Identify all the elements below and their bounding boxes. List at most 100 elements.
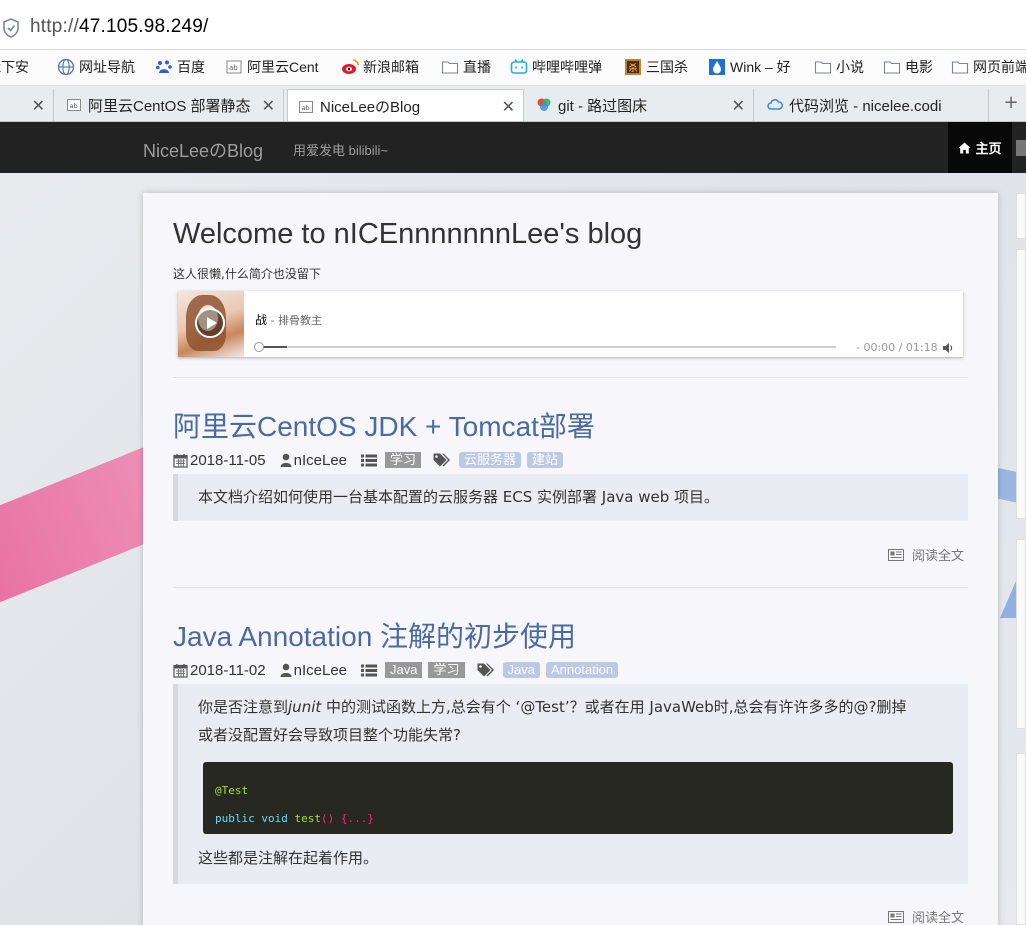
url-text[interactable]: http://47.105.98.249/ [30, 16, 209, 38]
bookmark-item[interactable]: Wink – 好 [708, 56, 791, 78]
post-author: nIceLee [280, 662, 347, 679]
sidebar-widget [1016, 753, 1026, 925]
progress-bar[interactable] [254, 342, 836, 352]
tags-icon [433, 453, 451, 467]
post-title[interactable]: Java Annotation 注解的初步使用 [173, 615, 576, 655]
svg-text:ab: ab [229, 64, 238, 72]
bookmark-item[interactable]: 小说 [814, 56, 864, 78]
sidebar-widget [1016, 539, 1026, 729]
music-player: 战 - 排骨教主 - 00:00 / 01:18 [178, 291, 963, 357]
tag-badge[interactable]: 云服务器 [459, 452, 522, 468]
code-block: @Test public void test() {...} [203, 762, 953, 834]
tag-badge[interactable]: 建站 [527, 452, 564, 468]
close-icon[interactable]: ✕ [727, 96, 745, 116]
folder-icon [883, 61, 901, 74]
close-icon[interactable]: ✕ [497, 97, 515, 117]
page-icon: ab [67, 99, 81, 111]
bookmark-item[interactable]: 网址导航 [57, 56, 135, 78]
category-badge[interactable]: 学习 [428, 662, 465, 678]
bookmark-item[interactable]: 新浪邮箱 [341, 56, 419, 78]
volume-icon[interactable] [942, 342, 954, 354]
user-icon [280, 453, 292, 467]
close-icon[interactable]: ✕ [27, 96, 45, 116]
list-icon [361, 454, 378, 466]
site-navbar: NiceLeeのBlog 用爱发电 bilibili~ 主页 [0, 122, 1026, 173]
category-badge[interactable]: Java [385, 662, 423, 678]
post-tags: Java Annotation [477, 662, 625, 678]
song-info: 战 - 排骨教主 [255, 313, 322, 327]
bookmark-item[interactable]: 杀 三国杀 [624, 56, 688, 78]
post-title[interactable]: 阿里云CentOS JDK + Tomcat部署 [173, 405, 595, 445]
page-icon: ab [299, 100, 313, 113]
tag-badge[interactable]: Annotation [545, 662, 619, 678]
tab-active[interactable]: ab NiceLeeのBlog ✕ [287, 89, 524, 121]
bookmark-item[interactable]: 直播 [441, 56, 491, 78]
album-cover [178, 291, 244, 357]
progress-handle[interactable] [254, 342, 264, 352]
read-more-link[interactable]: 阅读全文 [888, 545, 964, 564]
calendar-icon [173, 453, 188, 468]
game-icon: 杀 [625, 59, 641, 75]
drop-icon [709, 59, 725, 75]
tags-icon [477, 663, 494, 677]
cloud-icon [767, 99, 783, 110]
list-icon [361, 664, 378, 676]
play-time: - 00:00 / 01:18 [856, 341, 938, 354]
category-badge[interactable]: 学习 [385, 452, 422, 468]
git-icon [537, 98, 551, 111]
bookmark-item[interactable]: x下安 [0, 56, 29, 78]
bookmark-item[interactable]: 百度 [155, 56, 205, 78]
page-title: Welcome to nICEnnnnnnnLee's blog [173, 218, 643, 250]
sidebar-widget [1016, 249, 1026, 519]
post-excerpt: 本文档介绍如何使用一台基本配置的云服务器 ECS 实例部署 Java web 项… [173, 474, 968, 521]
bookmark-item[interactable]: 网页前端 [951, 56, 1026, 78]
nav-item-partial[interactable] [1016, 140, 1026, 156]
folder-icon [951, 61, 969, 74]
post-meta: 2018-11-05 nIceLee 学习 云服务器 建站 [173, 450, 569, 470]
user-icon [280, 663, 292, 677]
bookmark-item[interactable]: 哔哩哔哩弹 [510, 56, 602, 78]
folder-icon [441, 61, 459, 74]
tab[interactable]: ✕ [0, 89, 54, 121]
shield-icon [3, 18, 19, 38]
weibo-icon [342, 59, 359, 74]
bookmark-item[interactable]: ab 阿里云Cent [225, 56, 319, 78]
site-brand[interactable]: NiceLeeのBlog [143, 137, 263, 163]
globe-icon [57, 58, 75, 76]
baidu-icon [156, 60, 172, 73]
site-tagline[interactable]: 用爱发电 bilibili~ [293, 140, 388, 159]
post-date: 2018-11-02 [173, 662, 266, 679]
home-icon [958, 142, 971, 153]
divider [173, 587, 968, 588]
bookmark-item[interactable]: 电影 [883, 56, 933, 78]
tab[interactable]: ab 阿里云CentOS 部署静态 ✕ [56, 89, 284, 121]
address-bar[interactable]: http://47.105.98.249/ [0, 0, 1026, 50]
divider [173, 377, 968, 378]
article-icon [888, 910, 904, 923]
nav-home-link[interactable]: 主页 [948, 122, 1012, 173]
page-icon: ab [226, 60, 242, 74]
post-categories: Java 学习 [361, 662, 470, 678]
post-meta: 2018-11-02 nIceLee Java 学习 Java Annotati… [173, 660, 624, 680]
tab-bar: ✕ ab 阿里云CentOS 部署静态 ✕ ab NiceLeeのBlog ✕ … [0, 86, 1026, 122]
post-excerpt: 你是否注意到junit 中的测试函数上方,总会有个 ‘@Test’？或者在用 J… [173, 684, 968, 884]
tag-badge[interactable]: Java [502, 662, 540, 678]
bookmarks-bar: x下安 网址导航 百度 ab 阿里云Cent 新浪邮箱 直播 哔哩哔哩弹 杀 三… [0, 50, 1026, 86]
close-icon[interactable]: ✕ [257, 96, 275, 116]
read-more-link[interactable]: 阅读全文 [888, 907, 964, 925]
post-tags: 云服务器 建站 [433, 452, 569, 468]
svg-text:杀: 杀 [629, 62, 638, 74]
svg-text:ab: ab [70, 102, 78, 110]
bilibili-icon [510, 59, 528, 74]
post-date: 2018-11-05 [173, 452, 266, 469]
svg-text:ab: ab [302, 104, 310, 112]
tab[interactable]: 代码浏览 - nicelee.codi [757, 89, 989, 121]
new-tab-button[interactable]: + [998, 90, 1024, 118]
sidebar-widget [1016, 193, 1026, 239]
tab[interactable]: git - 路过图床 ✕ [526, 89, 754, 121]
blog-intro: 这人很懒,什么简介也没留下 [173, 267, 321, 281]
play-icon[interactable] [195, 308, 225, 338]
folder-icon [814, 61, 832, 74]
post-categories: 学习 [361, 452, 427, 468]
calendar-icon [173, 663, 188, 678]
